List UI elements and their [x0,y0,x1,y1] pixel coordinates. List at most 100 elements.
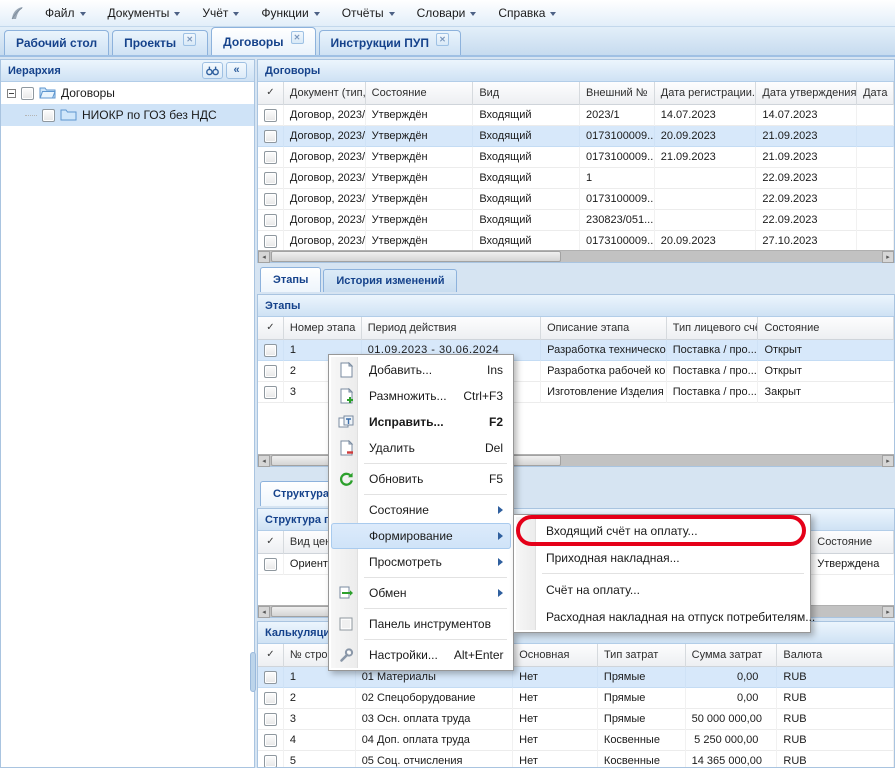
column-header[interactable]: Вид [473,82,580,105]
contracts-panel-header: Договоры [258,60,894,82]
menu-item-10[interactable]: Просмотреть [331,549,511,575]
row-checkbox[interactable] [264,692,277,705]
row-checkbox[interactable] [264,386,277,399]
row-checkbox[interactable] [264,365,277,378]
row-checkbox[interactable] [264,235,277,248]
column-header[interactable]: Тип лицевого счёт [667,317,759,340]
column-header[interactable]: Дата утверждения [756,82,857,105]
close-icon[interactable]: ✕ [291,31,304,44]
contracts-hscrollbar[interactable]: ◂ ▸ [258,250,894,262]
scroll-right-icon[interactable]: ▸ [882,455,894,467]
menubar-item-4[interactable]: Функции [250,0,330,26]
scroll-right-icon[interactable]: ▸ [882,606,894,618]
menu-item-3[interactable]: Исправить...F2 [331,409,511,435]
menu-item-5[interactable]: Расходная накладная на отпуск потребител… [516,603,808,630]
table-cell: 22.09.2023 [756,210,857,231]
column-header[interactable]: Период действия [362,317,541,340]
menu-item-8[interactable]: Состояние [331,497,511,523]
row-checkbox[interactable] [264,193,277,206]
column-header[interactable]: Дата регистрации. [655,82,757,105]
table-row[interactable]: Договор, 2023/...УтверждёнВходящий2023/1… [258,105,894,126]
row-checkbox[interactable] [264,172,277,185]
menubar-item-6[interactable]: Словари [406,0,488,26]
scroll-left-icon[interactable]: ◂ [258,251,270,263]
tab-инструкции-пуп[interactable]: Инструкции ПУП✕ [319,30,461,55]
menu-item-4[interactable]: УдалитьDel [331,435,511,461]
table-row[interactable]: Договор, 2023/...УтверждёнВходящий017310… [258,126,894,147]
tab-рабочий-стол[interactable]: Рабочий стол [4,30,109,55]
menu-item-2[interactable]: Размножить...Ctrl+F3 [331,383,511,409]
scroll-right-icon[interactable]: ▸ [882,251,894,263]
column-header[interactable]: Основная [513,644,598,667]
close-icon[interactable]: ✕ [183,33,196,46]
menu-item-12[interactable]: Обмен [331,580,511,606]
menu-separator [364,463,507,464]
table-row[interactable]: 404 Доп. оплата трудаНетКосвенные5 250 0… [258,730,894,751]
stages-tabstrip: ЭтапыИстория изменений [260,267,457,292]
column-header[interactable]: Состояние [758,317,894,340]
row-checkbox[interactable] [264,558,277,571]
menubar-item-1[interactable]: Файл [34,0,97,26]
column-header[interactable]: Валюта [777,644,894,667]
search-button[interactable] [202,62,223,79]
tree-expander-icon[interactable] [7,89,16,98]
row-checkbox[interactable] [264,214,277,227]
tree-checkbox[interactable] [42,109,55,122]
close-icon[interactable]: ✕ [436,33,449,46]
table-row[interactable]: 505 Соц. отчисленияНетКосвенные14 365 00… [258,751,894,768]
row-checkbox[interactable] [264,734,277,747]
tab-этапы[interactable]: Этапы [260,267,321,292]
table-row[interactable]: 202 СпецоборудованиеНетПрямые0,00RUB [258,688,894,709]
tab-договоры[interactable]: Договоры✕ [211,27,315,55]
menubar-item-5[interactable]: Отчёты [331,0,406,26]
column-header[interactable]: Описание этапа [541,317,667,340]
row-checkbox[interactable] [264,130,277,143]
menu-item-4[interactable]: Счёт на оплату... [516,576,808,603]
menu-item-6[interactable]: ОбновитьF5 [331,466,511,492]
table-row[interactable]: Договор, 2023/...УтверждёнВходящий230823… [258,210,894,231]
column-header[interactable]: Внешний № [580,82,655,105]
row-checkbox[interactable] [264,671,277,684]
column-header[interactable]: Тип затрат [598,644,686,667]
scroll-thumb[interactable] [271,251,561,262]
menu-item-14[interactable]: Панель инструментов [331,611,511,637]
scroll-left-icon[interactable]: ◂ [258,606,270,618]
column-header[interactable]: Сумма затрат [686,644,778,667]
formation-submenu: Входящий счёт на оплату...Приходная накл… [513,514,811,633]
menubar-item-3[interactable]: Учёт [191,0,250,26]
select-all-header[interactable]: ✓ [258,644,284,667]
menu-item-2[interactable]: Приходная накладная... [516,544,808,571]
select-all-header[interactable]: ✓ [258,317,284,340]
table-row[interactable]: Договор, 2023/...УтверждёнВходящий017310… [258,147,894,168]
menubar-item-7[interactable]: Справка [487,0,567,26]
row-checkbox[interactable] [264,109,277,122]
column-header[interactable]: Состояние [366,82,474,105]
scroll-left-icon[interactable]: ◂ [258,455,270,467]
tree-node-2[interactable]: НИОКР по ГОЗ без НДС [1,104,254,126]
table-row[interactable]: Договор, 2023/...УтверждёнВходящий017310… [258,231,894,252]
collapse-sidebar-button[interactable]: « [226,62,247,79]
column-header[interactable]: Документ (тип, № [284,82,366,105]
menubar-item-2[interactable]: Документы [97,0,192,26]
row-checkbox[interactable] [264,344,277,357]
select-all-header[interactable]: ✓ [258,82,284,105]
tab-история-изменений[interactable]: История изменений [323,269,457,292]
tree-checkbox[interactable] [21,87,34,100]
row-checkbox[interactable] [264,755,277,768]
tree-node-1[interactable]: Договоры [1,82,254,104]
tab-проекты[interactable]: Проекты✕ [112,30,208,55]
menu-item-16[interactable]: Настройки...Alt+Enter [331,642,511,668]
select-all-header[interactable]: ✓ [258,531,284,554]
column-header[interactable]: Номер этапа [284,317,362,340]
column-header[interactable]: Дата [857,82,894,105]
table-row[interactable]: Договор, 2023/...УтверждёнВходящий017310… [258,189,894,210]
menu-item-1[interactable]: Входящий счёт на оплату... [516,517,808,544]
table-row[interactable]: Договор, 2023/...УтверждёнВходящий122.09… [258,168,894,189]
menu-item-1[interactable]: Добавить...Ins [331,357,511,383]
sidebar-splitter-handle[interactable] [250,652,256,692]
table-row[interactable]: 303 Осн. оплата трудаНетПрямые50 000 000… [258,709,894,730]
menu-item-9[interactable]: Формирование [331,523,511,549]
row-checkbox[interactable] [264,151,277,164]
column-header[interactable]: Состояние [811,531,894,554]
row-checkbox[interactable] [264,713,277,726]
